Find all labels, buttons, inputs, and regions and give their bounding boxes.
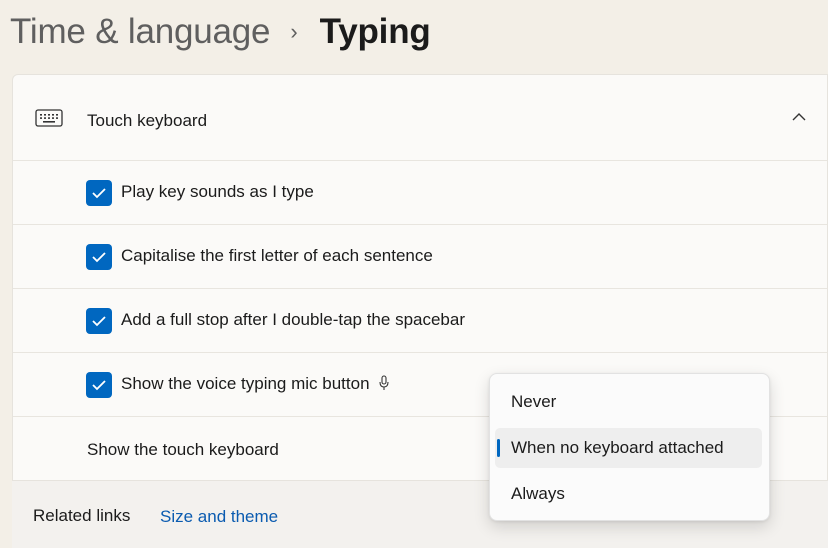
voice-mic-checkbox[interactable]	[86, 372, 112, 398]
option-row-key-sounds: Play key sounds as I type	[13, 161, 827, 225]
full-stop-checkbox[interactable]	[86, 308, 112, 334]
key-sounds-checkbox[interactable]	[86, 180, 112, 206]
breadcrumb-separator-icon: ›	[290, 19, 298, 44]
checkmark-icon	[92, 316, 106, 327]
breadcrumb-parent[interactable]: Time & language	[10, 12, 271, 52]
menu-item-when-no-keyboard-label: When no keyboard attached	[511, 438, 724, 457]
full-stop-label: Add a full stop after I double-tap the s…	[121, 310, 466, 329]
menu-item-always[interactable]: Always	[495, 474, 762, 514]
key-sounds-label: Play key sounds as I type	[121, 182, 314, 201]
page-title: Typing	[319, 12, 431, 51]
voice-mic-label-group: Show the voice typing mic button	[121, 374, 390, 394]
option-row-capitalise: Capitalise the first letter of each sent…	[13, 225, 827, 289]
mic-icon	[379, 375, 389, 390]
show-touch-keyboard-label: Show the touch keyboard	[87, 440, 279, 459]
menu-item-when-no-keyboard[interactable]: When no keyboard attached	[495, 428, 762, 468]
checkmark-icon	[92, 252, 106, 263]
selection-indicator	[497, 439, 500, 457]
touch-keyboard-title: Touch keyboard	[87, 111, 208, 130]
menu-item-never[interactable]: Never	[495, 382, 762, 422]
keyboard-icon	[35, 109, 63, 127]
touch-keyboard-header[interactable]: Touch keyboard	[13, 75, 827, 161]
chevron-up-icon[interactable]	[791, 111, 807, 123]
capitalise-label: Capitalise the first letter of each sent…	[121, 246, 433, 265]
checkmark-icon	[92, 188, 106, 199]
checkmark-icon	[92, 380, 106, 391]
size-and-theme-link[interactable]: Size and theme	[160, 507, 278, 527]
breadcrumb: Time & language › Typing	[10, 8, 431, 56]
voice-mic-label: Show the voice typing mic button	[121, 374, 370, 393]
option-row-full-stop: Add a full stop after I double-tap the s…	[13, 289, 827, 353]
capitalise-checkbox[interactable]	[86, 244, 112, 270]
show-touch-keyboard-menu: Never When no keyboard attached Always	[489, 373, 770, 521]
related-links-label: Related links	[33, 506, 131, 525]
